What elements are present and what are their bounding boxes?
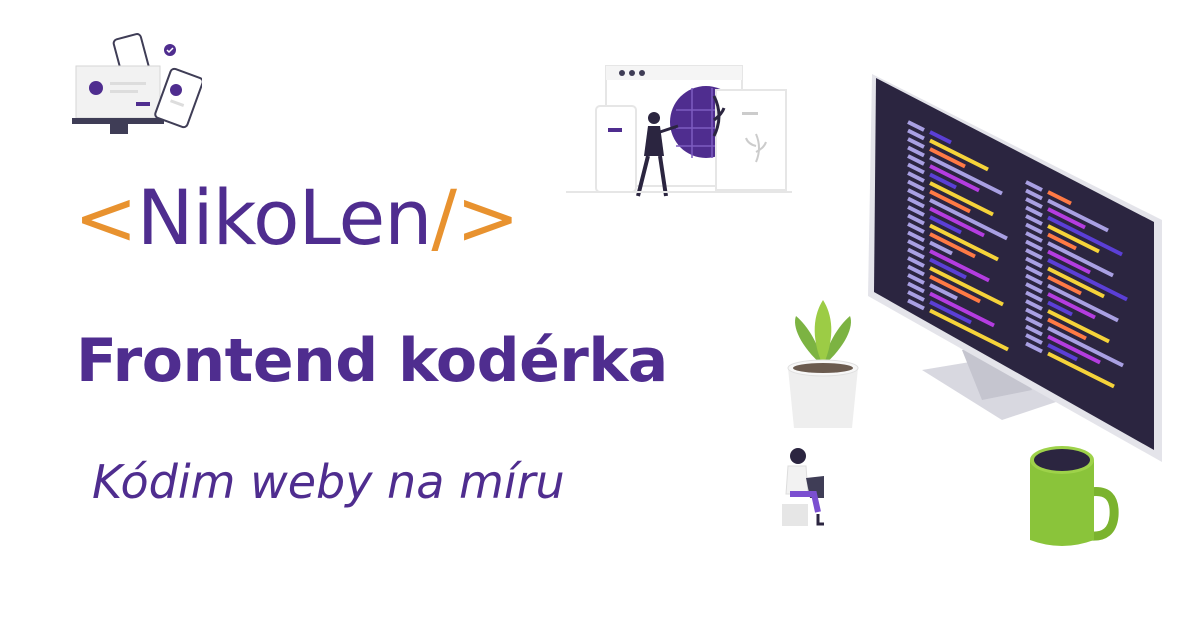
tagline: Kódim weby na míru [92, 455, 565, 509]
logo-name: NikoLen [136, 173, 433, 262]
headline: Frontend kodérka [76, 326, 668, 396]
logo-open-bracket: < [74, 173, 138, 262]
coffee-mug-illustration [1030, 446, 1119, 546]
plant-pot-illustration [787, 300, 859, 428]
brand-logo: <NikoLen/> [74, 180, 520, 256]
logo-close-bracket: /> [431, 173, 519, 262]
code-monitor-illustration [868, 74, 1162, 462]
devices-illustration [72, 33, 202, 134]
web-design-illustration [566, 65, 792, 197]
person-laptop-illustration [782, 448, 824, 526]
